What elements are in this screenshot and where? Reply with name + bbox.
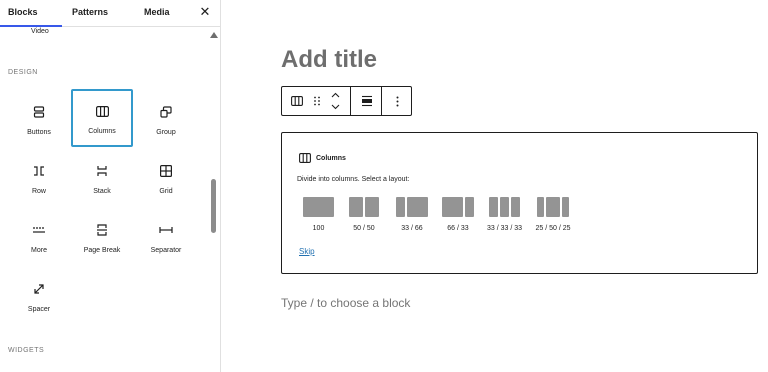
- skip-link[interactable]: Skip: [299, 247, 315, 256]
- layout-option-icon: [489, 197, 520, 217]
- group-icon: [159, 105, 173, 119]
- block-item-label: Separator: [150, 247, 182, 254]
- block-item-label: Stack: [93, 188, 111, 195]
- page-break-icon: [95, 223, 109, 237]
- layout-option-25-50-25[interactable]: 25 / 50 / 25: [535, 197, 571, 232]
- inserter-scrollbar[interactable]: [208, 27, 220, 372]
- layout-option-100[interactable]: 100: [303, 197, 334, 232]
- block-inserter-panel: Blocks Patterns Media ✕ Video DESIGN But…: [0, 0, 221, 372]
- toolbar-separator: [381, 87, 382, 115]
- row-icon: [32, 164, 46, 178]
- layout-option-label: 66 / 33: [447, 225, 469, 232]
- layout-option-33-66[interactable]: 33 / 66: [396, 197, 428, 232]
- block-item-label: Columns: [88, 128, 116, 135]
- block-item-more[interactable]: More: [8, 208, 70, 266]
- block-item-page-break[interactable]: Page Break: [71, 208, 133, 266]
- block-item-buttons[interactable]: Buttons: [8, 90, 70, 148]
- block-item-label: Row: [31, 188, 46, 195]
- layout-option-label: 100: [312, 225, 325, 232]
- block-item-label: More: [31, 247, 47, 254]
- layout-option-icon: [303, 197, 334, 217]
- layout-option-33-33-33[interactable]: 33 / 33 / 33: [487, 197, 522, 232]
- columns-icon: [95, 104, 109, 118]
- layout-option-icon: [396, 197, 428, 217]
- separator-icon: [159, 223, 173, 237]
- columns-placeholder-instructions: Divide into columns. Select a layout:: [297, 176, 410, 183]
- block-label-video[interactable]: Video: [31, 28, 49, 35]
- stack-icon: [95, 164, 109, 178]
- layout-option-66-33[interactable]: 66 / 33: [442, 197, 474, 232]
- grid-icon: [159, 164, 173, 178]
- block-item-columns[interactable]: Columns: [71, 89, 133, 147]
- block-item-row[interactable]: Row: [8, 149, 70, 207]
- spacer-icon: [32, 282, 46, 296]
- block-item-label: Spacer: [27, 306, 51, 313]
- section-heading-widgets: WIDGETS: [8, 347, 45, 354]
- align-icon[interactable]: [355, 87, 379, 115]
- columns-placeholder-title: Columns: [299, 153, 346, 163]
- layout-option-label: 33 / 33 / 33: [486, 225, 523, 232]
- columns-block-placeholder: Columns Divide into columns. Select a la…: [281, 132, 758, 274]
- post-title-input[interactable]: Add title: [281, 46, 377, 74]
- layout-option-icon: [349, 197, 379, 217]
- inserter-tabs: Blocks Patterns Media ✕: [0, 0, 220, 27]
- block-item-label: Grid: [159, 188, 173, 195]
- block-item-grid[interactable]: Grid: [135, 149, 197, 207]
- block-item-separator[interactable]: Separator: [135, 208, 197, 266]
- block-toolbar: [281, 86, 412, 116]
- toolbar-separator: [350, 87, 351, 115]
- layout-option-label: 25 / 50 / 25: [535, 225, 571, 232]
- tab-blocks[interactable]: Blocks: [0, 0, 62, 27]
- columns-placeholder-title-text: Columns: [316, 154, 346, 162]
- block-item-label: Page Break: [83, 247, 121, 254]
- more-icon: [32, 223, 46, 237]
- scrollbar-thumb[interactable]: [211, 179, 216, 233]
- block-item-stack[interactable]: Stack: [71, 149, 133, 207]
- block-item-label: Group: [156, 129, 176, 136]
- move-up-icon[interactable]: [327, 89, 343, 101]
- columns-icon[interactable]: [287, 87, 307, 115]
- block-item-spacer[interactable]: Spacer: [8, 267, 70, 325]
- columns-icon: [299, 153, 311, 163]
- tab-patterns[interactable]: Patterns: [72, 0, 108, 27]
- scroll-up-arrow-icon[interactable]: [210, 32, 218, 38]
- layout-option-icon: [442, 197, 474, 217]
- block-appender-placeholder[interactable]: Type / to choose a block: [281, 296, 410, 310]
- layout-option-label: 50 / 50: [353, 225, 375, 232]
- block-item-label: Buttons: [27, 129, 51, 136]
- close-icon[interactable]: ✕: [197, 3, 213, 21]
- tab-media[interactable]: Media: [144, 0, 170, 27]
- block-item-group[interactable]: Group: [135, 90, 197, 148]
- layout-option-icon: [537, 197, 569, 217]
- move-down-icon[interactable]: [327, 101, 343, 113]
- layout-option-50-50[interactable]: 50 / 50: [349, 197, 379, 232]
- section-heading-design: DESIGN: [8, 69, 38, 76]
- drag-handle-icon[interactable]: [309, 87, 325, 115]
- buttons-icon: [32, 105, 46, 119]
- layout-option-label: 33 / 66: [401, 225, 423, 232]
- more-options-icon[interactable]: [385, 87, 409, 115]
